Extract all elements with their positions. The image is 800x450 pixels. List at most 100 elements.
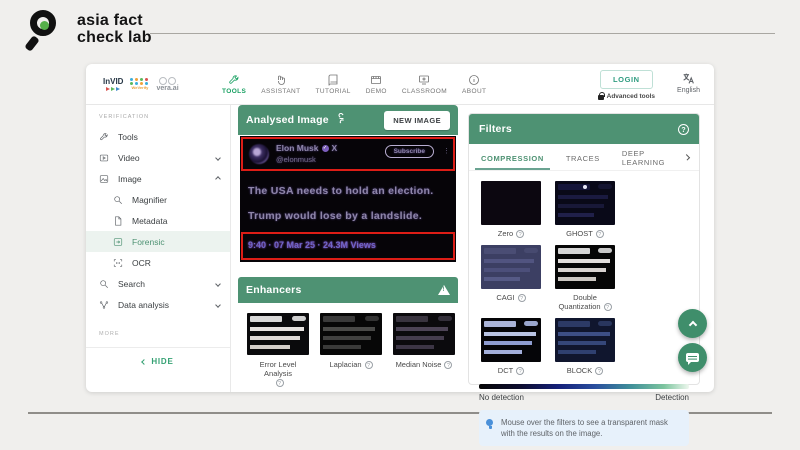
scroll-to-top-button[interactable]: [678, 309, 707, 338]
tip-text: Mouse over the filters to see a transpar…: [501, 417, 680, 439]
forensic-icon: [113, 237, 123, 247]
top-divider: [150, 33, 775, 34]
invid-logo: InVID: [103, 78, 123, 91]
toolbar-right: LOGIN Advanced tools English: [598, 70, 700, 100]
search-icon: [99, 279, 109, 289]
enhancer-laplacian[interactable]: Laplacian?: [319, 313, 383, 387]
filter-zero[interactable]: Zero?: [479, 181, 543, 238]
filter-double-quantization[interactable]: Double Quantization?: [553, 245, 617, 311]
help-icon[interactable]: ?: [518, 294, 526, 302]
sidebar-item-forensic[interactable]: Forensic: [86, 231, 230, 252]
enhancer-thumbnail[interactable]: [393, 313, 455, 355]
help-icon[interactable]: ?: [595, 367, 603, 375]
help-icon[interactable]: ?: [365, 361, 373, 369]
magnifier-icon: [113, 195, 123, 205]
filter-block[interactable]: BLOCK?: [553, 318, 617, 375]
sidebar-item-data-analysis[interactable]: Data analysis: [86, 294, 230, 315]
enhancer-thumbnail[interactable]: [320, 313, 382, 355]
info-icon: [468, 74, 480, 86]
wrench-icon: [99, 132, 109, 142]
ocr-icon: [113, 258, 123, 268]
chevron-up-icon: [688, 321, 696, 329]
help-icon[interactable]: ?: [604, 303, 612, 311]
link-icon[interactable]: [336, 111, 347, 129]
filter-dct[interactable]: DCT?: [479, 318, 543, 375]
brand-title: asia fact check lab: [77, 12, 152, 46]
filters-title: Filters: [479, 123, 512, 135]
filter-thumbnail[interactable]: [481, 245, 541, 289]
sidebar-item-video[interactable]: Video: [86, 147, 230, 168]
analysed-image-title: Analysed Image: [246, 114, 329, 126]
sidebar-section-label: VERIFICATION: [86, 105, 230, 126]
chevron-right-icon[interactable]: [684, 154, 690, 160]
main-nav: TOOLS ASSISTANT TUTORIAL DEMO CLASSROOM …: [222, 74, 486, 95]
nav-demo[interactable]: DEMO: [366, 74, 387, 95]
sidebar-more-label: MORE: [86, 315, 230, 343]
enhancer-error-level-analysis[interactable]: Error Level Analysis?: [246, 313, 310, 387]
filters-tabs: COMPRESSION TRACES DEEP LEARNING: [469, 144, 699, 171]
nav-tutorial[interactable]: TUTORIAL: [316, 74, 351, 95]
filter-thumbnail[interactable]: [481, 318, 541, 362]
app-window: InVID WeVerify vera.ai TOOLS: [86, 64, 714, 392]
data-analysis-icon: [99, 300, 109, 310]
nav-classroom[interactable]: CLASSROOM: [402, 74, 447, 95]
language-selector[interactable]: English: [677, 70, 700, 94]
tweet-text-line1: The USA needs to hold an election.: [248, 185, 433, 197]
chevron-down-icon: [215, 281, 221, 287]
help-icon[interactable]: ?: [516, 367, 524, 375]
translate-icon: [682, 72, 695, 85]
chevron-down-icon: [215, 155, 221, 161]
help-icon[interactable]: ?: [596, 230, 604, 238]
sidebar-item-search[interactable]: Search: [86, 273, 230, 294]
enhancer-thumbnail[interactable]: [247, 313, 309, 355]
lightbulb-icon: [486, 419, 494, 439]
filter-thumbnail[interactable]: [555, 318, 615, 362]
filters-grid: Zero? GHOST? CAGI? Double Quantization? …: [469, 171, 699, 382]
warning-icon: [438, 285, 450, 295]
filter-thumbnail[interactable]: [555, 245, 615, 289]
nav-about[interactable]: ABOUT: [462, 74, 486, 95]
enhancers-title: Enhancers: [246, 284, 302, 296]
filter-ghost[interactable]: GHOST?: [553, 181, 617, 238]
tab-compression[interactable]: COMPRESSION: [479, 145, 546, 170]
detection-highlight-bottom: [241, 232, 455, 260]
weverify-logo: WeVerify: [130, 78, 149, 90]
center-panel: Analysed Image NEW IMAGE Elon Musk ✓ X @…: [238, 105, 458, 392]
brand-logo: asia fact check lab: [26, 6, 152, 52]
magnifier-logo-icon: [26, 6, 68, 52]
sidebar-item-magnifier[interactable]: Magnifier: [86, 189, 230, 210]
filter-thumbnail[interactable]: [555, 181, 615, 225]
book-icon: [327, 74, 339, 86]
assistant-icon: [275, 74, 287, 86]
help-icon[interactable]: ?: [516, 230, 524, 238]
help-icon[interactable]: ?: [276, 379, 284, 387]
lock-icon: [598, 95, 604, 100]
sidebar-item-tools[interactable]: Tools: [86, 126, 230, 147]
wrench-icon: [228, 74, 240, 86]
movie-icon: [370, 74, 382, 86]
tab-traces[interactable]: TRACES: [564, 145, 602, 170]
chevron-down-icon: [215, 302, 221, 308]
sidebar-item-image[interactable]: Image: [86, 168, 230, 189]
nav-tools[interactable]: TOOLS: [222, 74, 246, 95]
filter-thumbnail[interactable]: [481, 181, 541, 225]
file-icon: [113, 216, 123, 226]
nav-assistant[interactable]: ASSISTANT: [261, 74, 300, 95]
help-icon[interactable]: ?: [678, 124, 689, 135]
scale-label-detection: Detection: [655, 393, 689, 402]
sidebar-item-ocr[interactable]: OCR: [86, 252, 230, 273]
enhancers-header: Enhancers: [238, 277, 458, 303]
filter-cagi[interactable]: CAGI?: [479, 245, 543, 311]
login-button[interactable]: LOGIN: [600, 70, 653, 89]
tab-deep-learning[interactable]: DEEP LEARNING: [620, 140, 668, 174]
sidebar-item-metadata[interactable]: Metadata: [86, 210, 230, 231]
sidebar: VERIFICATION Tools Video Image Magnifier…: [86, 105, 231, 392]
hide-sidebar-button[interactable]: HIDE: [86, 348, 230, 366]
enhancer-median-noise[interactable]: Median Noise?: [392, 313, 456, 387]
chevron-up-icon: [215, 176, 221, 182]
feedback-chat-button[interactable]: [678, 343, 707, 372]
new-image-button[interactable]: NEW IMAGE: [384, 111, 450, 130]
help-icon[interactable]: ?: [444, 361, 452, 369]
advanced-tools-toggle[interactable]: Advanced tools: [598, 92, 655, 100]
analysed-image[interactable]: Elon Musk ✓ X @elonmusk Subscribe ⋮ The …: [240, 136, 456, 262]
